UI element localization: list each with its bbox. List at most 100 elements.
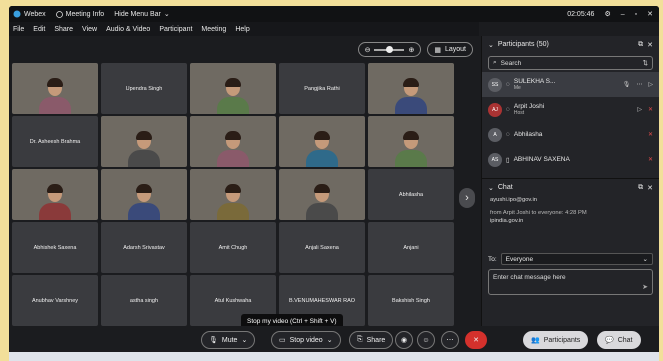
mic-muted-icon[interactable]: ✕ <box>648 131 653 138</box>
minimize-icon[interactable]: – <box>621 11 625 18</box>
video-tile[interactable] <box>279 169 365 220</box>
mic-muted-icon[interactable]: ✕ <box>648 106 653 113</box>
video-icon[interactable]: ▷ <box>648 81 653 88</box>
menu-edit[interactable]: Edit <box>33 26 45 33</box>
video-tile[interactable] <box>12 63 98 114</box>
video-tile[interactable]: Pangjika Rathi <box>279 63 365 114</box>
zoom-slider[interactable]: ⊖ ⊕ <box>357 42 422 57</box>
video-tile[interactable] <box>190 169 276 220</box>
hide-menu-bar-button[interactable]: Hide Menu Bar ⌄ <box>114 10 170 19</box>
participants-button[interactable]: 👥 Participants <box>523 331 589 349</box>
recipient-select[interactable]: Everyone ⌄ <box>500 253 653 265</box>
video-tile[interactable] <box>368 63 454 114</box>
settings-icon[interactable]: ⚙ <box>604 10 610 18</box>
send-icon[interactable]: ➤ <box>642 283 648 291</box>
video-tile[interactable]: Dr. Asheesh Brahma <box>12 116 98 167</box>
video-tile[interactable] <box>190 63 276 114</box>
participant-role: Me <box>513 84 521 91</box>
popout-icon[interactable]: ⧉ <box>638 184 643 192</box>
phone-icon: ▯ <box>506 156 510 164</box>
participant-search-input[interactable]: ⌕ Search ⇅ <box>488 56 653 70</box>
mute-label: Mute <box>221 336 238 344</box>
end-call-button[interactable]: ✕ <box>465 331 487 349</box>
participant-actions: ✕ <box>648 156 653 163</box>
video-tile[interactable] <box>279 116 365 167</box>
chevron-down-icon[interactable]: ⌄ <box>327 336 333 344</box>
audio-icon: ◌ <box>506 131 510 138</box>
menu-view[interactable]: View <box>82 26 97 33</box>
reactions-button[interactable]: ☺ <box>417 331 435 349</box>
layout-button[interactable]: ▦ Layout <box>427 42 473 57</box>
menu-audio-video[interactable]: Audio & Video <box>106 26 150 33</box>
chat-header: ⌄ Chat ⧉ ✕ <box>482 179 659 196</box>
menu-file[interactable]: File <box>13 26 24 33</box>
video-tile[interactable]: Anjani <box>368 222 454 273</box>
menu-meeting[interactable]: Meeting <box>201 26 226 33</box>
record-button[interactable]: ◉ <box>395 331 413 349</box>
zoom-in-icon[interactable]: ⊕ <box>408 46 414 54</box>
stop-video-button[interactable]: ▭ Stop video ⌄ <box>271 331 341 349</box>
video-tile[interactable] <box>368 116 454 167</box>
chat-bubble-icon: 💬 <box>605 337 614 344</box>
video-tile[interactable]: Abhishek Saxena <box>12 222 98 273</box>
close-panel-icon[interactable]: ✕ <box>647 184 653 192</box>
participant-tile-name: Atul Kushwaha <box>214 297 252 304</box>
search-placeholder: Search <box>500 59 522 67</box>
meeting-info-button[interactable]: Meeting Info <box>55 11 104 18</box>
video-tile[interactable]: Abhilasha <box>368 169 454 220</box>
chat-message-input[interactable]: Enter chat message here ➤ <box>488 269 653 295</box>
participants-header: ⌄ Participants (50) ⧉ ✕ <box>482 36 659 53</box>
video-tile[interactable]: astha singh <box>101 275 187 326</box>
more-options-button[interactable]: ⋯ <box>441 331 459 349</box>
menu-participant[interactable]: Participant <box>159 26 192 33</box>
participant-row[interactable]: A ◌ Abhilasha ✕ <box>482 122 659 147</box>
layout-grid-icon: ▦ <box>434 46 441 54</box>
chevron-down-icon[interactable]: ⌄ <box>241 336 247 344</box>
share-button[interactable]: ⎘ Share <box>349 331 394 349</box>
video-tile[interactable]: Upendra Singh <box>101 63 187 114</box>
chevron-down-icon[interactable]: ⌄ <box>488 184 494 192</box>
participant-video-feed <box>391 74 431 114</box>
next-page-arrow-icon[interactable]: › <box>459 188 475 208</box>
participant-tile-name: astha singh <box>129 297 159 304</box>
chevron-down-icon: ⌄ <box>163 11 170 18</box>
mic-icon[interactable]: 🎙 <box>623 81 631 88</box>
participant-row[interactable]: SS ◌ SULEKHA S... Me 🎙 ⋯ ▷ <box>482 72 659 97</box>
mute-button[interactable]: 🎙 Mute ⌄ <box>201 331 256 349</box>
chevron-down-icon[interactable]: ⌄ <box>488 41 494 49</box>
popout-icon[interactable]: ⧉ <box>638 41 643 49</box>
participant-row[interactable]: AJ ◌ Arpit Joshi Host ▷ ✕ <box>482 97 659 122</box>
video-tile[interactable] <box>101 169 187 220</box>
participant-tile-name: B.VENUMAHESWAR RAO <box>288 297 356 304</box>
video-tile[interactable]: Bakshish Singh <box>368 275 454 326</box>
participant-video-feed <box>302 180 342 220</box>
more-icon[interactable]: ⋯ <box>636 81 642 88</box>
stop-video-label: Stop video <box>289 336 323 344</box>
participant-row[interactable]: AS ▯ ABHINAV SAXENA ✕ <box>482 147 659 172</box>
close-icon[interactable]: ✕ <box>647 10 653 18</box>
menu-share[interactable]: Share <box>54 26 73 33</box>
menu-help[interactable]: Help <box>235 26 249 33</box>
sort-icon[interactable]: ⇅ <box>643 59 652 67</box>
mic-muted-icon[interactable]: ✕ <box>648 156 653 163</box>
close-panel-icon[interactable]: ✕ <box>647 41 653 49</box>
zoom-out-icon[interactable]: ⊖ <box>365 46 371 54</box>
video-tile[interactable] <box>12 169 98 220</box>
chat-label: Chat <box>617 336 633 344</box>
participant-actions: ✕ <box>648 131 653 138</box>
video-tile[interactable]: Amit Chugh <box>190 222 276 273</box>
zoom-knob[interactable] <box>386 45 394 53</box>
menu-bar: File Edit Share View Audio & Video Parti… <box>9 22 479 36</box>
avatar: A <box>488 127 502 142</box>
zoom-track[interactable] <box>374 45 405 53</box>
chat-button[interactable]: 💬 Chat <box>597 331 641 349</box>
video-tile[interactable]: Anubhav Varshney <box>12 275 98 326</box>
participant-video-feed <box>124 127 164 167</box>
maximize-icon[interactable]: ▫ <box>635 11 637 18</box>
participants-label: Participants <box>543 336 581 344</box>
video-tile[interactable]: Anjali Saxena <box>279 222 365 273</box>
video-tile[interactable]: Adarsh Srivastav <box>101 222 187 273</box>
video-tile[interactable] <box>190 116 276 167</box>
video-tile[interactable] <box>101 116 187 167</box>
video-icon[interactable]: ▷ <box>637 106 642 113</box>
